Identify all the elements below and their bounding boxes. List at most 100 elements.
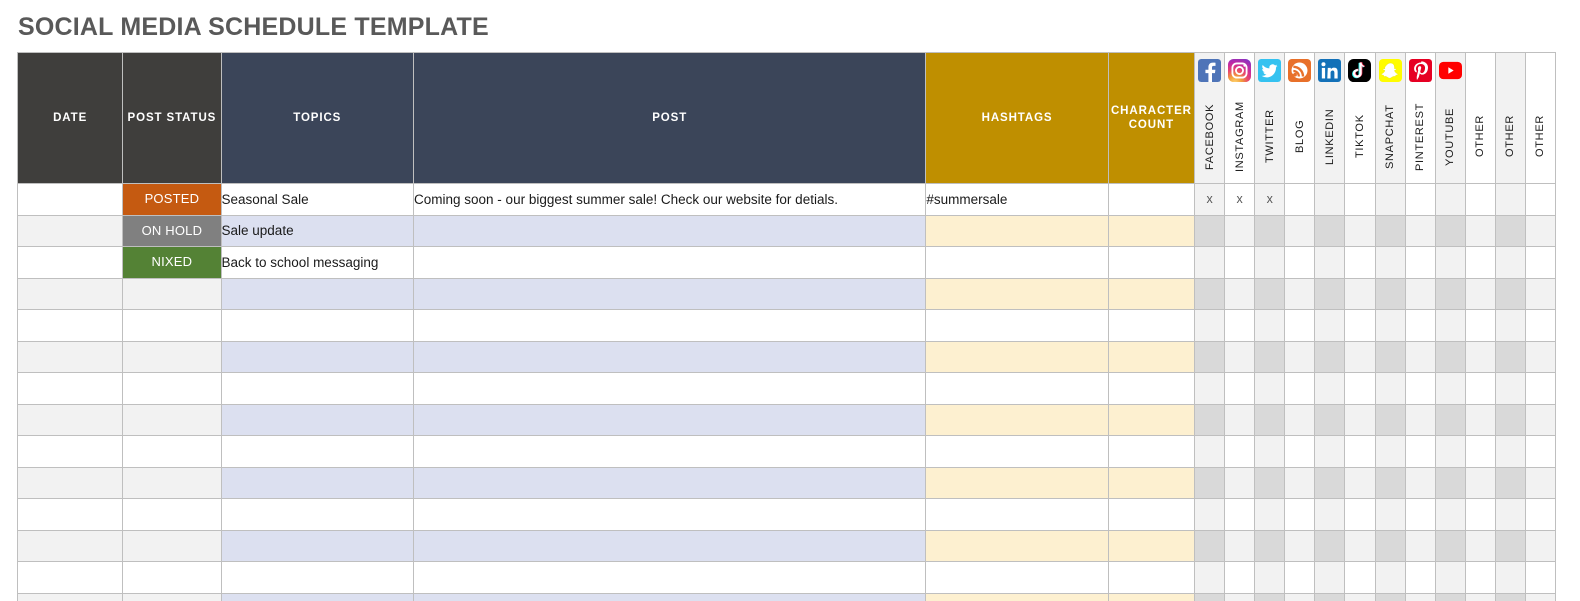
cell-date[interactable] <box>18 247 123 279</box>
column-header-instagram-1[interactable]: INSTAGRAM <box>1225 53 1255 184</box>
cell-character-count[interactable] <box>1108 310 1194 342</box>
cell-platform-other-11[interactable] <box>1525 499 1555 531</box>
cell-post[interactable] <box>414 373 926 405</box>
cell-platform-linkedin-4[interactable] <box>1315 593 1345 601</box>
cell-platform-other-11[interactable] <box>1525 404 1555 436</box>
cell-character-count[interactable] <box>1108 593 1194 601</box>
cell-hashtags[interactable] <box>926 341 1108 373</box>
cell-topic[interactable] <box>221 404 414 436</box>
cell-platform-other-10[interactable] <box>1495 184 1525 216</box>
column-header-facebook-0[interactable]: FACEBOOK <box>1195 53 1225 184</box>
cell-platform-facebook-0[interactable] <box>1195 278 1225 310</box>
cell-platform-twitter-2[interactable] <box>1255 593 1285 601</box>
cell-platform-linkedin-4[interactable] <box>1315 404 1345 436</box>
column-header-post-status[interactable]: POST STATUS <box>123 53 221 184</box>
cell-platform-other-10[interactable] <box>1495 247 1525 279</box>
cell-platform-other-11[interactable] <box>1525 341 1555 373</box>
cell-platform-other-11[interactable] <box>1525 278 1555 310</box>
cell-post-status[interactable] <box>123 310 221 342</box>
cell-topic[interactable] <box>221 310 414 342</box>
cell-platform-twitter-2[interactable] <box>1255 310 1285 342</box>
column-header-other-10[interactable]: OTHER <box>1495 53 1525 184</box>
cell-platform-linkedin-4[interactable] <box>1315 247 1345 279</box>
cell-platform-facebook-0[interactable] <box>1195 215 1225 247</box>
cell-platform-pinterest-7[interactable] <box>1405 436 1435 468</box>
cell-topic[interactable]: Seasonal Sale <box>221 184 414 216</box>
cell-platform-facebook-0[interactable] <box>1195 404 1225 436</box>
cell-platform-other-11[interactable] <box>1525 593 1555 601</box>
cell-platform-instagram-1[interactable] <box>1225 436 1255 468</box>
cell-hashtags[interactable]: #summersale <box>926 184 1108 216</box>
cell-platform-other-9[interactable] <box>1465 404 1495 436</box>
cell-platform-other-11[interactable] <box>1525 184 1555 216</box>
cell-topic[interactable] <box>221 499 414 531</box>
cell-date[interactable] <box>18 404 123 436</box>
cell-post[interactable] <box>414 562 926 594</box>
cell-platform-pinterest-7[interactable] <box>1405 404 1435 436</box>
cell-platform-other-11[interactable] <box>1525 562 1555 594</box>
cell-post[interactable] <box>414 310 926 342</box>
cell-platform-instagram-1[interactable] <box>1225 404 1255 436</box>
cell-character-count[interactable] <box>1108 184 1194 216</box>
cell-platform-pinterest-7[interactable] <box>1405 530 1435 562</box>
cell-platform-tiktok-5[interactable] <box>1345 467 1375 499</box>
cell-platform-youtube-8[interactable] <box>1435 278 1465 310</box>
cell-platform-other-11[interactable] <box>1525 215 1555 247</box>
cell-platform-linkedin-4[interactable] <box>1315 341 1345 373</box>
cell-platform-youtube-8[interactable] <box>1435 562 1465 594</box>
cell-platform-instagram-1[interactable] <box>1225 278 1255 310</box>
cell-platform-pinterest-7[interactable] <box>1405 593 1435 601</box>
cell-platform-facebook-0[interactable]: x <box>1195 184 1225 216</box>
cell-post-status[interactable] <box>123 436 221 468</box>
cell-platform-pinterest-7[interactable] <box>1405 499 1435 531</box>
cell-post[interactable] <box>414 278 926 310</box>
cell-post-status[interactable] <box>123 467 221 499</box>
column-header-topics[interactable]: TOPICS <box>221 53 414 184</box>
cell-platform-youtube-8[interactable] <box>1435 404 1465 436</box>
cell-hashtags[interactable] <box>926 436 1108 468</box>
column-header-linkedin-4[interactable]: LINKEDIN <box>1315 53 1345 184</box>
cell-topic[interactable]: Sale update <box>221 215 414 247</box>
cell-platform-tiktok-5[interactable] <box>1345 341 1375 373</box>
cell-platform-facebook-0[interactable] <box>1195 247 1225 279</box>
cell-platform-linkedin-4[interactable] <box>1315 310 1345 342</box>
cell-platform-twitter-2[interactable] <box>1255 247 1285 279</box>
cell-platform-facebook-0[interactable] <box>1195 593 1225 601</box>
cell-platform-snapchat-6[interactable] <box>1375 593 1405 601</box>
cell-character-count[interactable] <box>1108 530 1194 562</box>
cell-platform-pinterest-7[interactable] <box>1405 341 1435 373</box>
cell-character-count[interactable] <box>1108 215 1194 247</box>
cell-post-status[interactable] <box>123 562 221 594</box>
cell-date[interactable] <box>18 310 123 342</box>
cell-platform-snapchat-6[interactable] <box>1375 215 1405 247</box>
cell-platform-snapchat-6[interactable] <box>1375 310 1405 342</box>
cell-platform-instagram-1[interactable] <box>1225 310 1255 342</box>
cell-platform-other-10[interactable] <box>1495 530 1525 562</box>
cell-date[interactable] <box>18 278 123 310</box>
cell-platform-tiktok-5[interactable] <box>1345 184 1375 216</box>
cell-date[interactable] <box>18 530 123 562</box>
cell-hashtags[interactable] <box>926 530 1108 562</box>
column-header-date[interactable]: DATE <box>18 53 123 184</box>
column-header-twitter-2[interactable]: TWITTER <box>1255 53 1285 184</box>
cell-platform-twitter-2[interactable] <box>1255 436 1285 468</box>
cell-platform-twitter-2[interactable] <box>1255 562 1285 594</box>
cell-platform-pinterest-7[interactable] <box>1405 215 1435 247</box>
cell-platform-linkedin-4[interactable] <box>1315 467 1345 499</box>
cell-platform-facebook-0[interactable] <box>1195 341 1225 373</box>
cell-platform-other-9[interactable] <box>1465 278 1495 310</box>
cell-platform-tiktok-5[interactable] <box>1345 562 1375 594</box>
cell-platform-other-9[interactable] <box>1465 499 1495 531</box>
cell-platform-youtube-8[interactable] <box>1435 373 1465 405</box>
cell-platform-tiktok-5[interactable] <box>1345 436 1375 468</box>
cell-platform-linkedin-4[interactable] <box>1315 436 1345 468</box>
cell-post-status[interactable]: NIXED <box>123 247 221 279</box>
cell-topic[interactable]: Back to school messaging <box>221 247 414 279</box>
cell-platform-other-10[interactable] <box>1495 215 1525 247</box>
cell-post[interactable] <box>414 341 926 373</box>
cell-platform-snapchat-6[interactable] <box>1375 499 1405 531</box>
cell-platform-pinterest-7[interactable] <box>1405 373 1435 405</box>
column-header-blog-3[interactable]: BLOG <box>1285 53 1315 184</box>
cell-platform-other-9[interactable] <box>1465 436 1495 468</box>
cell-platform-other-10[interactable] <box>1495 373 1525 405</box>
